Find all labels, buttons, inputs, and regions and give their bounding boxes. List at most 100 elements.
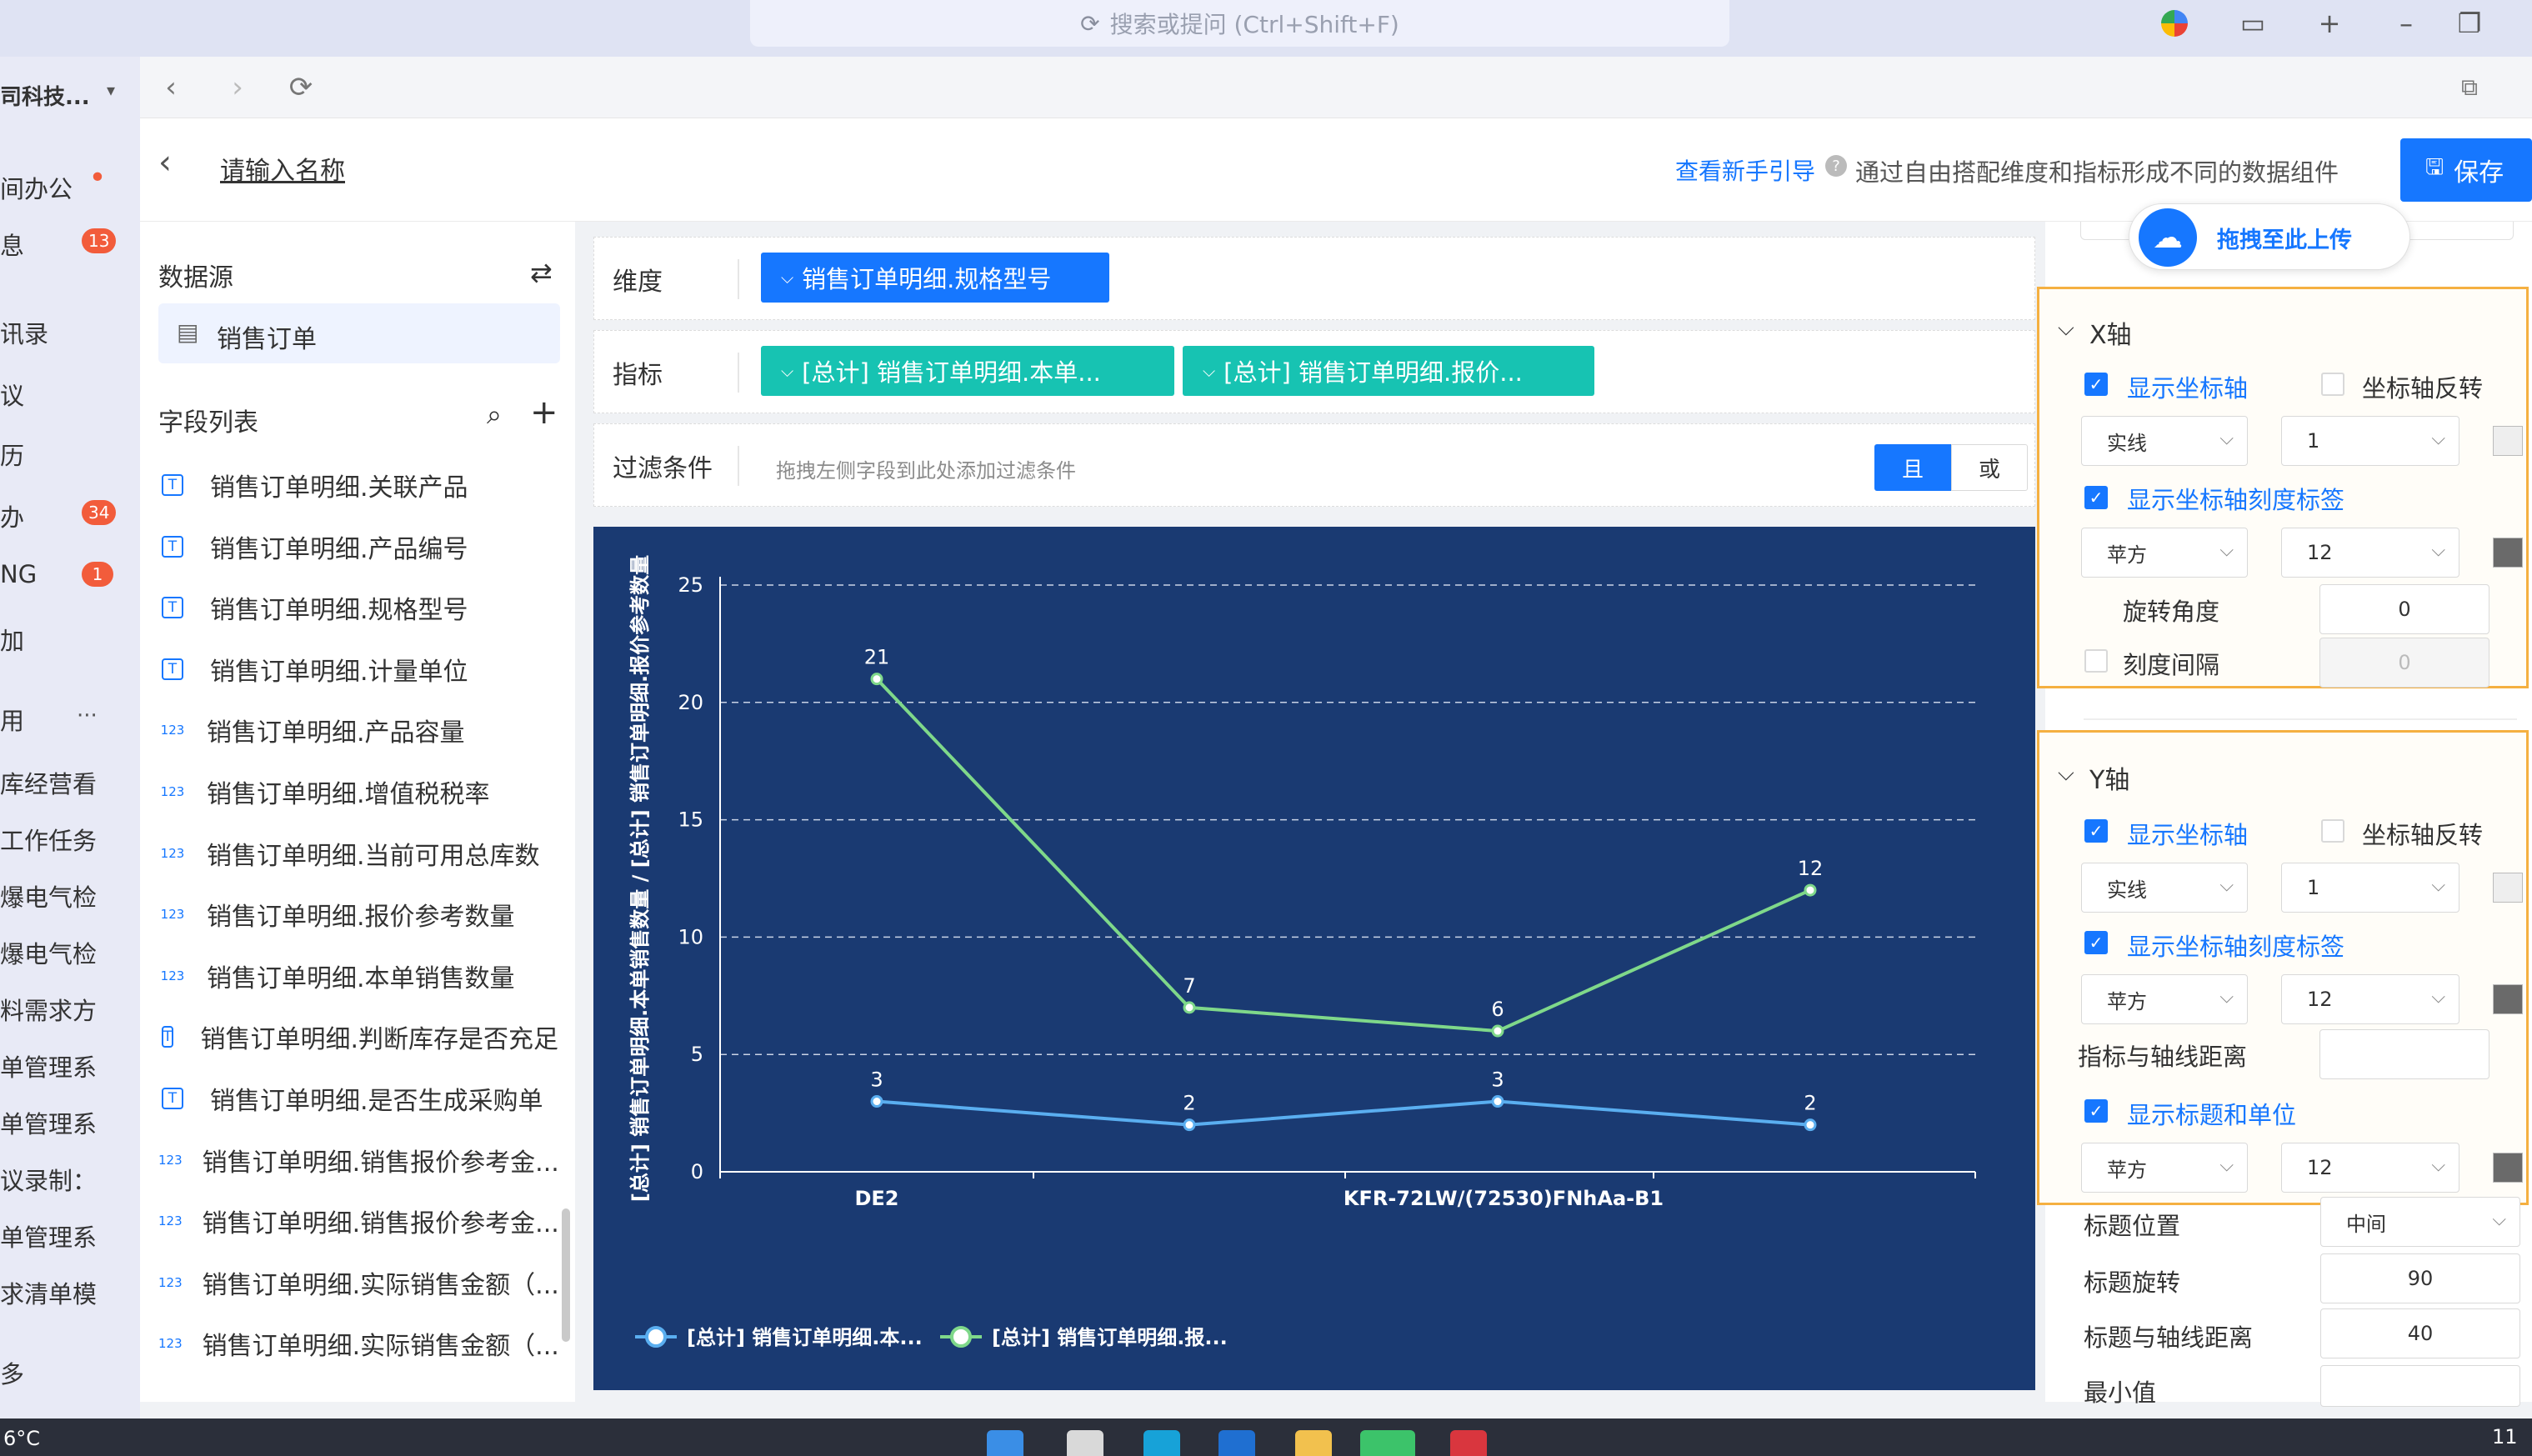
app-sidebar-item[interactable]: 历	[0, 437, 24, 472]
field-item[interactable]: 123 销售订单明细.增值税税率	[158, 767, 558, 817]
chevron-down-icon[interactable]: ⌵	[2058, 761, 2074, 787]
metric-pill-2[interactable]: ⌵ [总计] 销售订单明细.报价...	[1183, 346, 1594, 396]
switch-datasource-icon[interactable]: ⇄	[530, 257, 553, 288]
app-sidebar-item[interactable]: 爆电气检	[0, 935, 97, 970]
wechat-icon[interactable]	[1360, 1430, 1415, 1456]
field-list-scrollbar[interactable]	[562, 1208, 570, 1342]
show-axis-checkbox[interactable]: ✓	[2084, 819, 2108, 843]
title-rotate-input[interactable]: 90	[2320, 1253, 2520, 1303]
app-sidebar-item[interactable]: 讯录	[0, 315, 48, 350]
title-font-size-select[interactable]: 12 ⌵	[2281, 1143, 2459, 1193]
app-icon[interactable]	[1218, 1430, 1255, 1456]
font-size-select[interactable]: 12 ⌵	[2281, 974, 2459, 1024]
reload-icon[interactable]: ⟳	[272, 57, 330, 118]
app-sidebar-item[interactable]: 议录制：	[0, 1162, 97, 1197]
metric-distance-input[interactable]	[2319, 1029, 2489, 1079]
app-sidebar-item[interactable]: 料需求方	[0, 992, 97, 1027]
field-item[interactable]: 123 销售订单明细.实际销售金额（...	[158, 1258, 559, 1308]
back-icon[interactable]: ‹	[142, 57, 200, 118]
app-sidebar-item[interactable]: 息	[0, 227, 24, 262]
field-item[interactable]: T 销售订单明细.计量单位	[158, 644, 558, 694]
field-item[interactable]: 123 销售订单明细.当前可用总库数	[158, 828, 558, 878]
y-axis-title[interactable]: Y轴	[2089, 759, 2129, 796]
name-input[interactable]: 请输入名称	[220, 150, 345, 187]
browser-logo-icon[interactable]	[2145, 0, 2204, 47]
title-font-select[interactable]: 苹方 ⌵	[2081, 1143, 2248, 1193]
app-sidebar-item[interactable]: 加	[0, 622, 24, 657]
field-item[interactable]: 123 销售订单明细.销售报价参考金...	[158, 1135, 559, 1185]
restore-icon[interactable]: ❐	[2440, 0, 2499, 47]
app-sidebar-item[interactable]: NG	[0, 560, 37, 588]
forward-icon[interactable]: ›	[208, 57, 267, 118]
axis-color-swatch[interactable]	[2493, 873, 2523, 903]
field-item[interactable]: T 销售订单明细.关联产品	[158, 460, 558, 510]
app-sidebar-item[interactable]: 单管理系	[0, 1105, 97, 1140]
edge-icon[interactable]	[1143, 1430, 1180, 1456]
wps-icon[interactable]	[1450, 1430, 1487, 1456]
field-item[interactable]: 123 销售订单明细.销售报价参考金...	[158, 1196, 559, 1246]
dimension-pill[interactable]: ⌵ 销售订单明细.规格型号	[761, 253, 1109, 303]
folder-icon[interactable]	[1295, 1430, 1332, 1456]
show-axis-checkbox[interactable]: ✓	[2084, 373, 2108, 396]
show-tick-labels-checkbox[interactable]: ✓	[2084, 931, 2108, 954]
app-sidebar-item[interactable]: 单管理系	[0, 1218, 97, 1253]
x-axis-title[interactable]: X轴	[2089, 314, 2132, 351]
guide-link[interactable]: 查看新手引导	[1675, 153, 1815, 187]
start-icon[interactable]	[987, 1430, 1023, 1456]
task-view-icon[interactable]	[1067, 1430, 1103, 1456]
app-sidebar-item[interactable]: 单管理系	[0, 1048, 97, 1083]
line-width-select[interactable]: 1 ⌵	[2281, 863, 2459, 913]
reverse-axis-checkbox[interactable]	[2321, 819, 2344, 843]
or-button[interactable]: 或	[1951, 444, 2028, 491]
app-sidebar-item[interactable]: 议	[0, 377, 24, 412]
filter-hint[interactable]: 拖拽左侧字段到此处添加过滤条件	[776, 454, 1076, 483]
add-icon[interactable]: +	[530, 393, 558, 432]
interval-checkbox[interactable]	[2084, 649, 2108, 673]
line-style-select[interactable]: 实线 ⌵	[2081, 863, 2248, 913]
save-button[interactable]: 🖫 保存	[2400, 138, 2532, 202]
field-item[interactable]: T 销售订单明细.产品编号	[158, 522, 558, 572]
chevron-down-icon[interactable]: ⌵	[2058, 316, 2074, 342]
metric-pill-1[interactable]: ⌵ [总计] 销售订单明细.本单...	[761, 346, 1174, 396]
tick-color-swatch[interactable]	[2493, 984, 2523, 1014]
search-icon[interactable]: ⌕	[487, 398, 502, 431]
company-name[interactable]: 司科技...	[0, 80, 90, 111]
app-sidebar-item[interactable]: 办	[0, 498, 24, 533]
show-tick-labels-checkbox[interactable]: ✓	[2084, 486, 2108, 509]
app-sidebar-item[interactable]: 间办公	[0, 170, 73, 205]
sidebar-toggle-icon[interactable]: ▭	[2224, 0, 2282, 47]
field-item[interactable]: 123 销售订单明细.实际销售金额（...	[158, 1318, 559, 1368]
new-tab-icon[interactable]: +	[2300, 0, 2359, 47]
help-icon[interactable]: ?	[1825, 155, 1847, 177]
minimize-icon[interactable]: –	[2377, 0, 2435, 47]
app-sidebar-item[interactable]: 爆电气检	[0, 878, 97, 913]
font-size-select[interactable]: 12 ⌵	[2281, 528, 2459, 578]
omnibox[interactable]: ⟳ 搜索或提问 (Ctrl+Shift+F)	[750, 0, 1729, 47]
external-link-icon[interactable]: ⧉	[2440, 57, 2499, 118]
title-distance-input[interactable]: 40	[2320, 1308, 2520, 1358]
line-width-select[interactable]: 1 ⌵	[2281, 416, 2459, 466]
tick-color-swatch[interactable]	[2493, 538, 2523, 568]
title-position-select[interactable]: 中间 ⌵	[2320, 1197, 2520, 1247]
show-title-unit-checkbox[interactable]: ✓	[2084, 1099, 2108, 1123]
field-item[interactable]: T 销售订单明细.规格型号	[158, 583, 558, 633]
title-color-swatch[interactable]	[2493, 1153, 2523, 1183]
min-value-input[interactable]	[2320, 1365, 2520, 1407]
and-button[interactable]: 且	[1874, 444, 1951, 491]
app-sidebar-item[interactable]: 求清单模	[0, 1275, 97, 1310]
chevron-left-icon[interactable]: ‹	[158, 143, 172, 182]
field-item[interactable]: 123 销售订单明细.报价参考数量	[158, 889, 558, 939]
field-item[interactable]: T 销售订单明细.是否生成采购单	[158, 1073, 558, 1123]
field-item[interactable]: 123 销售订单明细.产品容量	[158, 705, 558, 755]
field-item[interactable]: T 销售订单明细.判断库存是否充足	[158, 1012, 558, 1062]
interval-input[interactable]: 0	[2319, 638, 2489, 688]
app-sidebar-item[interactable]: 用	[0, 702, 24, 737]
weather-temp[interactable]: 6°C	[3, 1427, 40, 1450]
app-sidebar-item[interactable]: 工作任务	[0, 822, 97, 857]
app-sidebar-item[interactable]: 多	[0, 1355, 24, 1390]
axis-color-swatch[interactable]	[2493, 426, 2523, 456]
company-dropdown-icon[interactable]: ▾	[107, 80, 115, 100]
app-sidebar-item[interactable]: 库经营看	[0, 765, 97, 800]
font-select[interactable]: 苹方 ⌵	[2081, 974, 2248, 1024]
rotate-input[interactable]: 0	[2319, 584, 2489, 634]
